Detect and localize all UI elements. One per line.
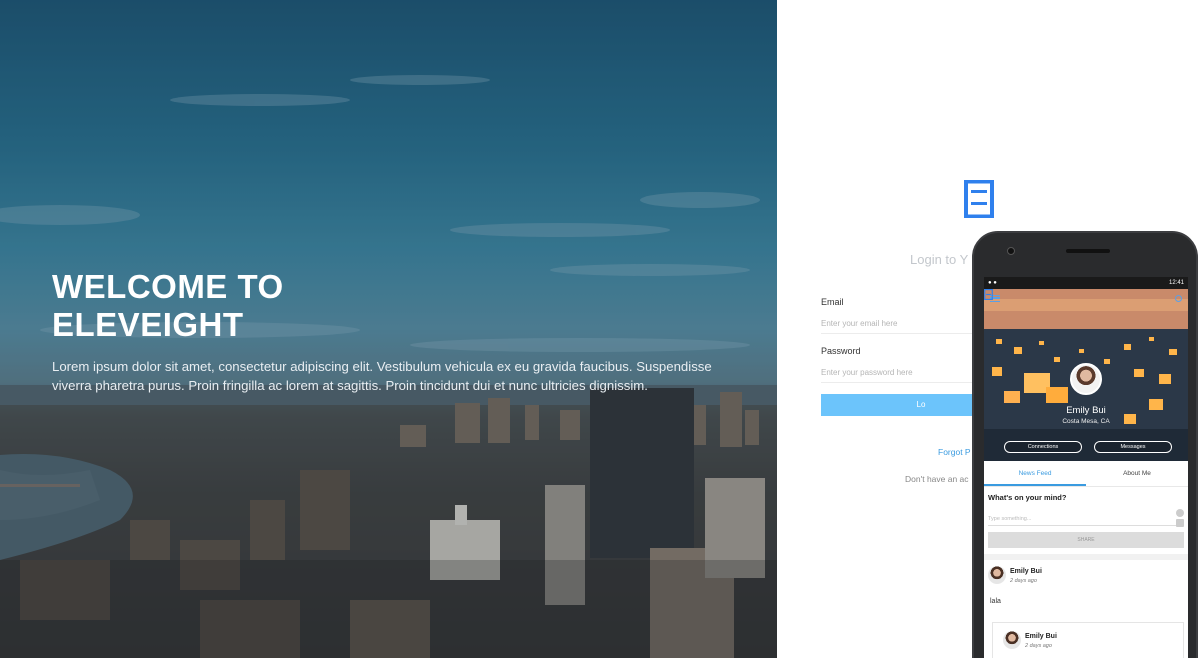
search-icon[interactable]: [1175, 294, 1182, 302]
hero-description: Lorem ipsum dolor sit amet, consectetur …: [52, 359, 712, 393]
email-label: Email: [821, 297, 844, 307]
login-heading: Login to Y: [910, 252, 969, 267]
share-button[interactable]: SHARE: [988, 532, 1184, 548]
app-topbar: [984, 289, 1188, 307]
post-composer: What's on your mind? Type something... S…: [984, 487, 1188, 548]
hero-section: WELCOME TO ELEVEIGHT Lorem ipsum dolor s…: [0, 0, 777, 658]
profile-cover: Emily Bui Costa Mesa, CA Connections Mes…: [984, 289, 1188, 461]
messages-button[interactable]: Messages: [1094, 441, 1172, 453]
phone-screen: ● ● 12:41 Emily Bui Costa Mesa, CA Conne…: [984, 277, 1188, 658]
phone-camera: [1007, 247, 1015, 255]
phone-earpiece: [1066, 249, 1110, 253]
phone-mockup: ● ● 12:41 Emily Bui Costa Mesa, CA Conne…: [972, 231, 1198, 658]
post-avatar[interactable]: [988, 566, 1006, 584]
status-left-icons: ● ●: [988, 280, 997, 286]
tab-about-me[interactable]: About Me: [1086, 461, 1188, 486]
post-time: 2 days ago: [1025, 643, 1052, 649]
shared-post-card[interactable]: Emily Bui 2 days ago: [992, 622, 1184, 658]
profile-avatar[interactable]: [1070, 363, 1102, 395]
connections-button[interactable]: Connections: [1004, 441, 1082, 453]
status-time: 12:41: [1168, 280, 1184, 286]
post-author[interactable]: Emily Bui: [1025, 633, 1057, 640]
hero-title-line2: ELEVEIGHT: [52, 306, 244, 343]
emoji-icon[interactable]: [1176, 509, 1184, 517]
composer-input[interactable]: Type something...: [988, 516, 1184, 526]
password-label: Password: [821, 346, 861, 356]
feed-post: Emily Bui 2 days ago lala Emily Bui 2 da…: [984, 560, 1188, 658]
profile-tabs: News Feed About Me: [984, 461, 1188, 487]
tab-news-feed[interactable]: News Feed: [984, 461, 1086, 486]
hero-title: WELCOME TO ELEVEIGHT: [52, 268, 472, 344]
post-time: 2 days ago: [1010, 578, 1037, 584]
post-text: lala: [990, 598, 1001, 605]
post-avatar[interactable]: [1003, 631, 1021, 649]
signup-prompt: Don't have an ac: [905, 474, 969, 484]
image-icon[interactable]: [1176, 519, 1184, 527]
status-bar: ● ● 12:41: [984, 277, 1188, 289]
profile-location: Costa Mesa, CA: [1062, 418, 1110, 425]
post-author[interactable]: Emily Bui: [1010, 568, 1042, 575]
composer-title: What's on your mind?: [988, 493, 1067, 502]
app-logo-icon: [984, 289, 993, 300]
profile-name: Emily Bui: [1066, 405, 1106, 416]
hero-title-line1: WELCOME TO: [52, 268, 284, 305]
forgot-password-link[interactable]: Forgot P: [938, 447, 971, 457]
eleveight-logo-icon: [964, 180, 994, 218]
